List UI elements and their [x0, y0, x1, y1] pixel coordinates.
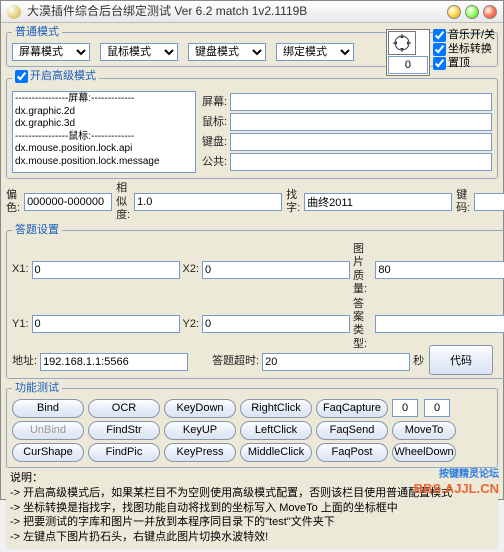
y2-input[interactable]: [202, 315, 350, 333]
crosshair-icon[interactable]: [388, 31, 416, 55]
top-toggle[interactable]: 置顶: [433, 57, 495, 70]
keyboard-mode-select[interactable]: 键盘模式: [188, 43, 266, 61]
to-input[interactable]: [262, 353, 410, 371]
sim-label: 相似度:: [116, 182, 130, 222]
keydown-button[interactable]: KeyDown: [164, 399, 236, 418]
coord-x-input[interactable]: [392, 399, 418, 417]
x2-label: X2:: [183, 263, 200, 276]
find-label: 找字:: [286, 189, 300, 215]
titlebar: 大漠插件综合后台绑定测试 Ver 6.2 match 1v2.1119B: [1, 1, 503, 23]
faqcapture-button[interactable]: FaqCapture: [316, 399, 388, 418]
color-input[interactable]: [24, 193, 112, 211]
findpic-button[interactable]: FindPic: [88, 443, 160, 462]
moveto-button[interactable]: MoveTo: [392, 421, 456, 440]
color-label: 偏色:: [6, 189, 20, 215]
y1-label: Y1:: [12, 318, 29, 331]
sec-label: 秒: [413, 355, 424, 368]
picq-input[interactable]: [375, 261, 504, 279]
mouse-mode-select[interactable]: 鼠标模式: [100, 43, 178, 61]
wheeldown-button[interactable]: WheelDown: [392, 443, 456, 462]
y1-input[interactable]: [32, 315, 180, 333]
find-input[interactable]: [304, 193, 452, 211]
y2-label: Y2:: [183, 318, 200, 331]
desc-line: 坐标转换是指找字，找图功能自动将找到的坐标写入 MoveTo 上面的坐标框中: [10, 501, 494, 516]
advanced-list[interactable]: ----------------屏幕:------------- dx.grap…: [12, 91, 196, 173]
bind-button[interactable]: Bind: [12, 399, 84, 418]
func-test-group: 功能测试 Bind OCR KeyDown RightClick FaqCapt…: [6, 382, 498, 468]
normal-mode-legend: 普通模式: [12, 26, 62, 39]
addr-input[interactable]: [40, 353, 188, 371]
maximize-button[interactable]: [465, 5, 479, 19]
func-legend: 功能测试: [12, 382, 62, 395]
lbl-keyboard: 键盘:: [202, 136, 227, 149]
minimize-button[interactable]: [447, 5, 461, 19]
advanced-mode-group: 开启高级模式 ----------------屏幕:------------- …: [6, 70, 498, 179]
advanced-mode-checkbox[interactable]: 开启高级模式: [15, 70, 96, 83]
adv-keyboard-input[interactable]: [230, 133, 492, 151]
at-label: 答案类型:: [353, 298, 372, 351]
app-icon: [7, 5, 21, 19]
lbl-screen: 屏幕:: [202, 96, 227, 109]
desc-line: 把要测试的字库和图片一并放到本程序同目录下的"test"文件夹下: [10, 515, 494, 530]
adv-screen-input[interactable]: [230, 93, 492, 111]
adv-mouse-input[interactable]: [230, 113, 492, 131]
answer-legend: 答题设置: [12, 224, 62, 237]
sim-input[interactable]: [134, 193, 282, 211]
desc-line: 左键点下图片扔石头，右键点此图片切换水波特效!: [10, 530, 494, 545]
faqpost-button[interactable]: FaqPost: [316, 443, 388, 462]
coord-y-input[interactable]: [424, 399, 450, 417]
close-button[interactable]: [483, 5, 497, 19]
music-toggle[interactable]: 音乐开/关: [433, 29, 495, 42]
addr-label: 地址:: [12, 355, 37, 368]
adv-public-input[interactable]: [230, 153, 492, 171]
at-input[interactable]: [375, 315, 504, 333]
coord-toggle[interactable]: 坐标转换: [433, 43, 495, 56]
rightclick-button[interactable]: RightClick: [240, 399, 312, 418]
coord-box: [386, 29, 430, 76]
unbind-button[interactable]: UnBind: [12, 421, 84, 440]
findstr-button[interactable]: FindStr: [88, 421, 160, 440]
key-label: 键码:: [456, 189, 470, 215]
keypress-button[interactable]: KeyPress: [164, 443, 236, 462]
leftclick-button[interactable]: LeftClick: [240, 421, 312, 440]
middleclick-button[interactable]: MiddleClick: [240, 443, 312, 462]
window-title: 大漠插件综合后台绑定测试 Ver 6.2 match 1v2.1119B: [27, 4, 447, 18]
x2-input[interactable]: [202, 261, 350, 279]
picq-label: 图片质量:: [353, 243, 372, 296]
lbl-public: 公共:: [202, 156, 227, 169]
to-label: 答题超时:: [212, 355, 259, 368]
lbl-mouse: 鼠标:: [202, 116, 227, 129]
x1-input[interactable]: [32, 261, 180, 279]
x1-label: X1:: [12, 263, 29, 276]
coord-value[interactable]: [388, 56, 428, 74]
key-input[interactable]: [474, 193, 504, 211]
watermark: 按键精灵论坛 BBS.AJJL.CN: [414, 469, 499, 497]
faqsend-button[interactable]: FaqSend: [316, 421, 388, 440]
screen-mode-select[interactable]: 屏幕模式: [12, 43, 90, 61]
code-button[interactable]: 代码: [429, 345, 493, 375]
curshape-button[interactable]: CurShape: [12, 443, 84, 462]
bind-mode-select[interactable]: 绑定模式: [276, 43, 354, 61]
keyup-button[interactable]: KeyUP: [164, 421, 236, 440]
ocr-button[interactable]: OCR: [88, 399, 160, 418]
